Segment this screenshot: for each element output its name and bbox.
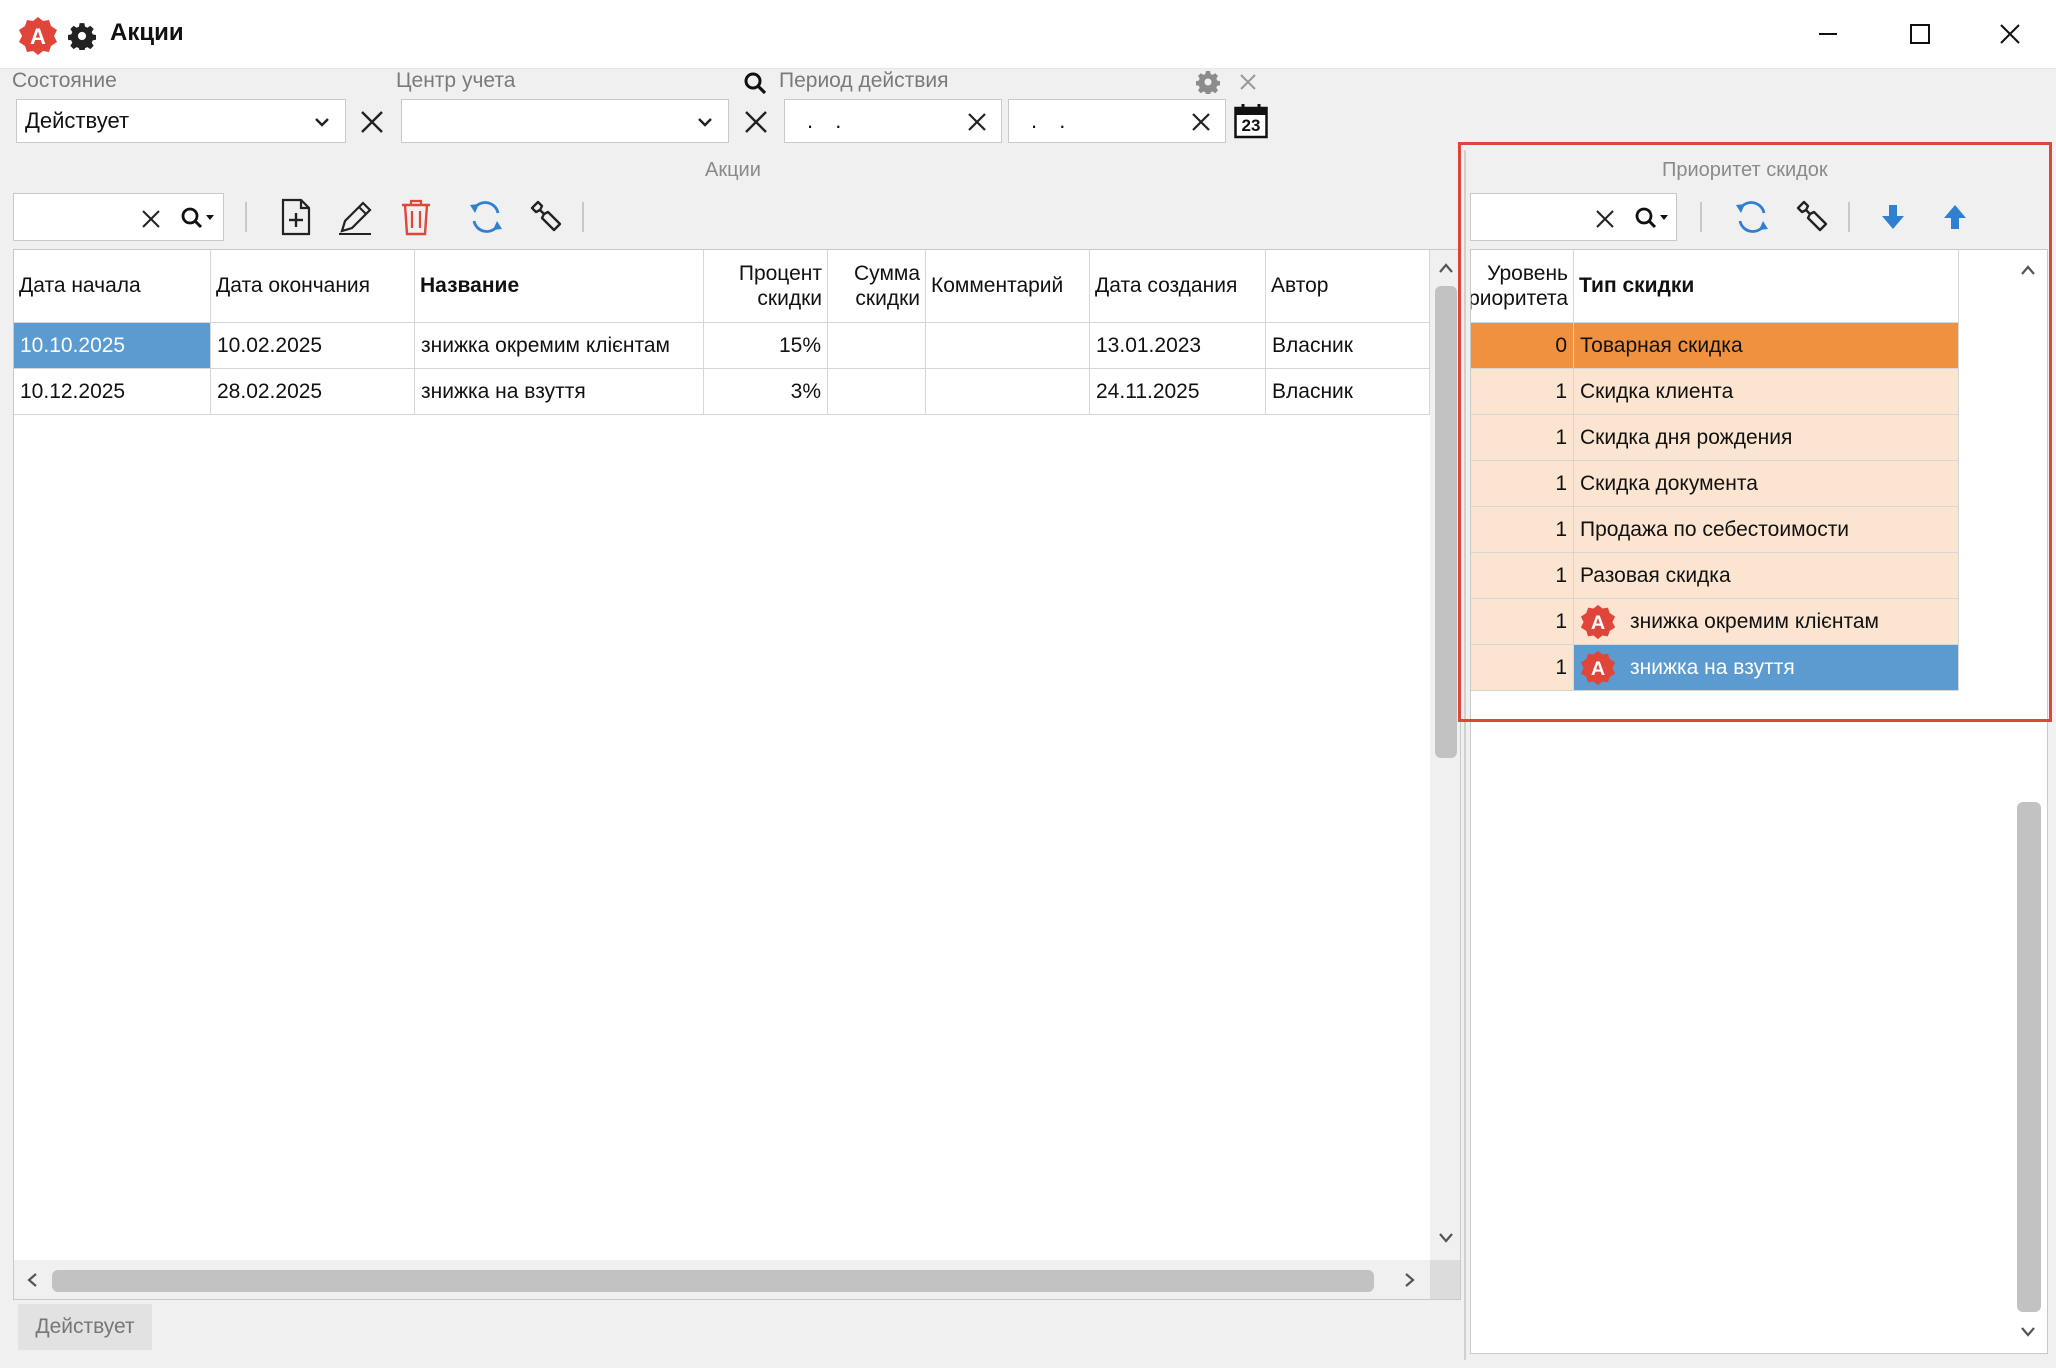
clear-state-button[interactable]: [356, 106, 388, 138]
clear-icon: [361, 111, 383, 133]
column-header-percent[interactable]: Процент скидки: [704, 250, 828, 323]
period-from-value: . .: [807, 108, 850, 133]
search-icon[interactable]: [742, 70, 768, 96]
clear-center-button[interactable]: [740, 106, 772, 138]
app-logo-icon: A: [19, 17, 57, 55]
table-cell-author[interactable]: Власник: [1266, 369, 1430, 415]
chevron-down-icon: [315, 118, 329, 127]
close-button[interactable]: [1964, 0, 2056, 68]
vertical-scrollbar[interactable]: [1430, 250, 1460, 1260]
horizontal-scroll-thumb[interactable]: [52, 1270, 1374, 1292]
table-cell-created[interactable]: 24.11.2025: [1090, 369, 1266, 415]
maximize-button[interactable]: [1874, 0, 1966, 68]
vertical-scroll-thumb[interactable]: [1435, 286, 1457, 758]
scroll-corner: [1430, 1260, 1460, 1299]
toolbar-separator: [245, 202, 247, 232]
column-header-created[interactable]: Дата создания: [1090, 250, 1266, 323]
minimize-icon: [1819, 33, 1837, 35]
promotions-search-box[interactable]: [13, 193, 224, 241]
clear-icon[interactable]: [1190, 111, 1212, 133]
highlight-box: [1458, 142, 2052, 722]
state-value: Действует: [25, 108, 130, 133]
wrench-icon: [530, 200, 562, 232]
scroll-down-icon[interactable]: [2009, 1320, 2047, 1344]
table-cell-percent[interactable]: 15%: [704, 323, 828, 369]
chevron-down-icon: [698, 118, 712, 127]
refresh-button[interactable]: [466, 197, 506, 237]
toolbar-separator: [582, 202, 584, 232]
scroll-down-icon[interactable]: [1430, 1226, 1460, 1250]
column-header-start[interactable]: Дата начала: [14, 250, 211, 323]
scroll-up-icon[interactable]: [1430, 256, 1460, 280]
scroll-right-icon[interactable]: [1398, 1268, 1422, 1292]
pencil-icon: [339, 201, 372, 235]
state-label: Состояние: [12, 69, 117, 92]
settings-button[interactable]: [526, 197, 566, 237]
horizontal-scrollbar[interactable]: [14, 1260, 1430, 1299]
maximize-icon: [1910, 24, 1930, 44]
close-icon: [2000, 24, 2020, 44]
state-select[interactable]: Действует: [16, 99, 346, 143]
table-cell-comment[interactable]: [926, 369, 1090, 415]
column-header-comment[interactable]: Комментарий: [926, 250, 1090, 323]
table-cell-end[interactable]: 28.02.2025: [211, 369, 415, 415]
edit-button[interactable]: [336, 197, 376, 237]
table-cell-name[interactable]: знижка окремим клієнтам: [415, 323, 704, 369]
close-icon[interactable]: [1238, 72, 1258, 92]
add-document-icon: [281, 198, 311, 236]
calendar-button[interactable]: 23: [1234, 103, 1268, 139]
center-select[interactable]: [401, 99, 729, 143]
center-label: Центр учета: [396, 69, 516, 92]
promotions-grid: Дата начала Дата окончания Название Проц…: [13, 249, 1461, 1300]
clear-icon[interactable]: [966, 111, 988, 133]
status-filter-button[interactable]: Действует: [18, 1304, 152, 1350]
column-header-end[interactable]: Дата окончания: [211, 250, 415, 323]
gear-icon[interactable]: [1196, 70, 1220, 94]
table-cell-end[interactable]: 10.02.2025: [211, 323, 415, 369]
clear-icon: [745, 111, 767, 133]
search-options-icon[interactable]: [180, 205, 218, 231]
table-cell-start[interactable]: 10.10.2025: [14, 323, 211, 369]
column-header-sum[interactable]: Сумма скидки: [828, 250, 926, 323]
refresh-icon: [470, 201, 502, 233]
delete-button[interactable]: [396, 197, 436, 237]
add-button[interactable]: [276, 197, 316, 237]
period-to-value: . .: [1031, 108, 1074, 133]
table-cell-sum[interactable]: [828, 323, 926, 369]
window-title: Акции: [110, 19, 184, 46]
table-cell-percent[interactable]: 3%: [704, 369, 828, 415]
scroll-left-icon[interactable]: [20, 1268, 44, 1292]
promotions-section-title: Акции: [705, 159, 761, 181]
svg-text:A: A: [30, 24, 46, 49]
table-cell-name[interactable]: знижка на взуття: [415, 369, 704, 415]
table-cell-start[interactable]: 10.12.2025: [14, 369, 211, 415]
table-cell-created[interactable]: 13.01.2023: [1090, 323, 1266, 369]
clear-icon[interactable]: [141, 209, 161, 229]
minimize-button[interactable]: [1782, 0, 1874, 68]
calendar-day: 23: [1241, 116, 1261, 135]
priority-scroll-thumb[interactable]: [2017, 802, 2041, 1312]
column-header-author[interactable]: Автор: [1266, 250, 1430, 323]
title-bar: A Акции: [0, 0, 2056, 69]
table-cell-author[interactable]: Власник: [1266, 323, 1430, 369]
gear-icon[interactable]: [68, 22, 96, 50]
table-cell-comment[interactable]: [926, 323, 1090, 369]
trash-icon: [402, 199, 430, 236]
period-label: Период действия: [779, 69, 949, 92]
column-header-name[interactable]: Название: [415, 250, 704, 323]
table-cell-sum[interactable]: [828, 369, 926, 415]
